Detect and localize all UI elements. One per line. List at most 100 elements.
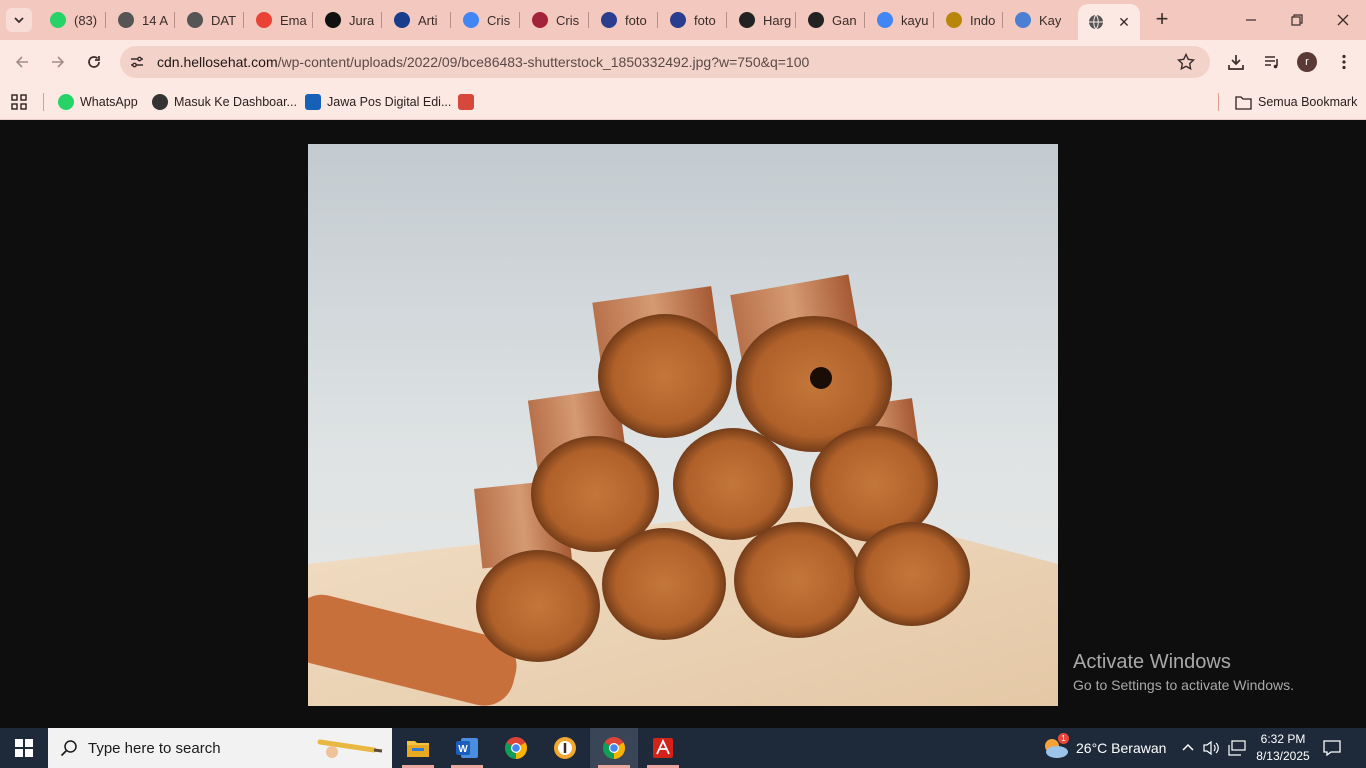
forward-button[interactable] <box>46 50 70 74</box>
d-icon <box>601 12 617 28</box>
tab-separator <box>519 12 520 28</box>
site-icon <box>1015 12 1031 28</box>
tab-2[interactable]: 14 A <box>108 6 172 34</box>
bookmark-3[interactable]: Jawa Pos Digital Edi... <box>305 92 451 112</box>
tab-11[interactable]: Harg <box>729 6 793 34</box>
chrome-app-active[interactable] <box>590 728 638 768</box>
media-control-button[interactable] <box>1260 50 1284 74</box>
globe-icon <box>118 12 134 28</box>
openai-icon <box>739 12 755 28</box>
tab-3[interactable]: DAT <box>177 6 241 34</box>
menu-button[interactable] <box>1332 50 1356 74</box>
clock[interactable]: 6:32 PM 8/13/2025 <box>1252 731 1314 765</box>
tab-title: Cris <box>556 12 580 28</box>
whatsapp-icon <box>58 94 74 110</box>
svg-text:W: W <box>458 744 468 755</box>
minimize-button[interactable] <box>1228 0 1274 40</box>
tab-separator <box>588 12 589 28</box>
chrome-app[interactable] <box>492 728 540 768</box>
close-window-button[interactable] <box>1320 0 1366 40</box>
tab-8[interactable]: Cris <box>522 6 586 34</box>
tab-13[interactable]: kayu <box>867 6 931 34</box>
url-text[interactable]: cdn.hellosehat.com/wp-content/uploads/20… <box>157 54 809 70</box>
tab-6[interactable]: Arti <box>384 6 448 34</box>
r-icon <box>808 12 824 28</box>
chevron-up-icon <box>1182 743 1194 751</box>
tab-title: Gan <box>832 12 857 28</box>
clock-time: 6:32 PM <box>1260 732 1306 746</box>
close-icon[interactable]: ✕ <box>1116 14 1132 30</box>
reload-button[interactable] <box>82 50 106 74</box>
avatar[interactable]: r <box>1297 52 1317 72</box>
tab-12[interactable]: Gan <box>798 6 862 34</box>
chevron-down-icon <box>14 17 24 24</box>
acrobat-app[interactable] <box>639 728 687 768</box>
b-icon <box>532 12 548 28</box>
tab-7[interactable]: Cris <box>453 6 517 34</box>
restore-button[interactable] <box>1274 0 1320 40</box>
apps-button[interactable] <box>11 92 27 112</box>
url-host: cdn.hellosehat.com <box>157 54 278 70</box>
taskbar-search[interactable]: Type here to search <box>48 728 392 768</box>
address-bar[interactable]: cdn.hellosehat.com/wp-content/uploads/20… <box>120 46 1210 78</box>
all-bookmarks-button[interactable]: Semua Bookmark <box>1235 92 1357 112</box>
downloads-button[interactable] <box>1224 50 1248 74</box>
apps-grid-icon <box>11 94 27 110</box>
tab-title: (83) <box>74 12 98 28</box>
notifications-button[interactable] <box>1322 738 1342 763</box>
folder-icon <box>407 741 429 757</box>
tab-separator <box>726 12 727 28</box>
network-button[interactable] <box>1228 740 1246 761</box>
bookmark-4[interactable] <box>458 92 480 112</box>
restore-icon <box>1291 14 1303 26</box>
tab-search-button[interactable] <box>6 8 32 32</box>
shield-icon <box>554 737 576 759</box>
back-button[interactable] <box>10 50 34 74</box>
site-icon <box>325 12 341 28</box>
tab-14[interactable]: Indo <box>936 6 1000 34</box>
volume-icon <box>1203 740 1219 756</box>
bookmark-2[interactable]: Masuk Ke Dashboar... <box>152 92 297 112</box>
bookmarks-divider <box>1218 93 1219 111</box>
tab-1[interactable]: (83) <box>40 6 104 34</box>
d-icon <box>670 12 686 28</box>
arrow-right-icon <box>52 56 65 68</box>
tab-title: kayu <box>901 12 929 28</box>
displayed-photo[interactable] <box>308 144 1058 706</box>
bookmark-star-icon[interactable] <box>1176 52 1196 72</box>
search-icon <box>60 740 77 757</box>
all-bookmarks-label: Semua Bookmark <box>1258 95 1358 109</box>
start-button[interactable] <box>0 728 48 768</box>
tab-separator <box>864 12 865 28</box>
vpn-app[interactable] <box>541 728 589 768</box>
file-explorer-app[interactable] <box>394 728 442 768</box>
tab-active[interactable]: ✕ <box>1078 4 1140 40</box>
chrome-icon <box>505 737 527 759</box>
tab-5[interactable]: Jura <box>315 6 379 34</box>
tab-title: 14 A <box>142 12 169 28</box>
tray-overflow-button[interactable] <box>1180 740 1196 761</box>
weather-text[interactable]: 26°C Berawan <box>1076 740 1166 756</box>
bookmark-label: Jawa Pos Digital Edi... <box>327 95 452 109</box>
new-tab-button[interactable]: + <box>1150 8 1174 32</box>
photo-svg <box>308 144 1058 706</box>
tab-4[interactable]: Ema <box>246 6 310 34</box>
windows-logo-icon <box>15 739 33 757</box>
globe-icon <box>152 94 168 110</box>
weather-widget[interactable]: 1 <box>1040 733 1070 765</box>
volume-button[interactable] <box>1203 740 1221 761</box>
word-app[interactable]: W <box>443 728 491 768</box>
jpn-icon <box>458 94 474 110</box>
bookmark-1[interactable]: WhatsApp <box>58 92 138 112</box>
reload-icon <box>88 56 100 68</box>
tab-15[interactable]: Kay <box>1005 6 1069 34</box>
minimize-icon <box>1246 19 1256 21</box>
tab-title: foto <box>694 12 716 28</box>
url-path: /wp-content/uploads/2022/09/bce86483-shu… <box>277 54 810 70</box>
tab-10[interactable]: foto <box>660 6 724 34</box>
tab-separator <box>174 12 175 28</box>
notification-icon <box>1323 740 1341 757</box>
activate-windows-watermark: Activate Windows Go to Settings to activ… <box>1073 651 1294 693</box>
site-settings-icon[interactable] <box>128 53 146 71</box>
tab-9[interactable]: foto <box>591 6 655 34</box>
